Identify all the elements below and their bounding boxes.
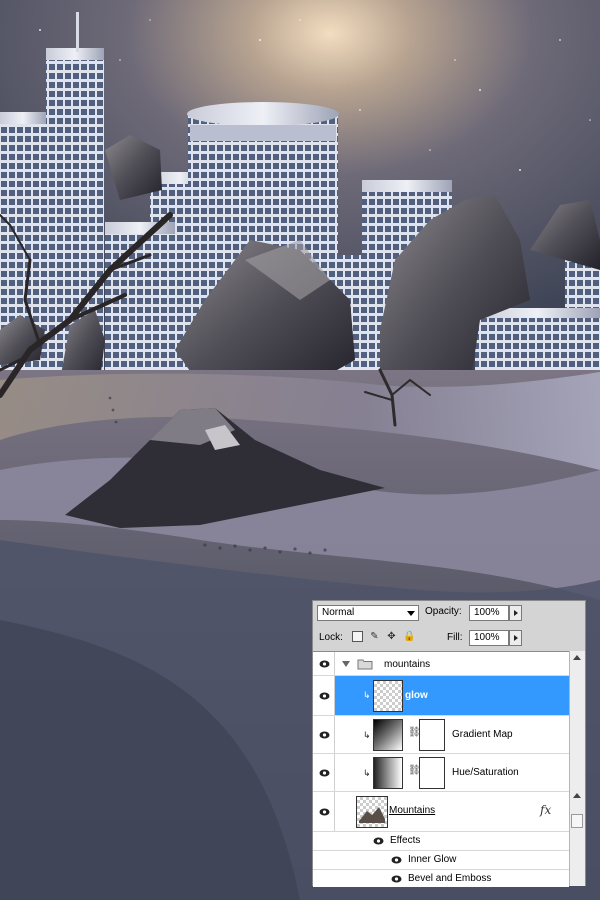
layer-hue-saturation[interactable]: ↳ ⛓ Hue/Saturation — [313, 754, 569, 792]
eye-icon[interactable] — [373, 837, 384, 845]
eye-icon — [319, 731, 330, 739]
layer-mask-thumbnail[interactable] — [419, 757, 445, 789]
layer-name: glow — [405, 690, 428, 701]
scrollbar-thumb[interactable] — [571, 814, 583, 828]
eye-icon[interactable] — [391, 856, 402, 864]
effects-label: Effects — [390, 835, 421, 846]
opacity-slider-button[interactable] — [509, 605, 522, 621]
layer-name: mountains — [384, 659, 431, 670]
layer-thumbnail — [356, 796, 388, 828]
layers-panel: Normal Opacity: 100% Lock: ✎ ✥ 🔒 Fill: 1… — [312, 600, 586, 887]
folder-icon — [357, 659, 373, 670]
blend-mode-value: Normal — [322, 607, 355, 618]
effect-inner-glow[interactable]: Inner Glow — [313, 851, 569, 870]
effect-name: Bevel and Emboss — [408, 873, 492, 884]
opacity-value: 100% — [474, 607, 500, 618]
effect-name: Inner Glow — [408, 854, 457, 865]
lock-all-icon[interactable]: 🔒 — [403, 631, 415, 642]
lock-position-icon[interactable]: ✥ — [386, 631, 397, 642]
scroll-up-arrow-icon[interactable] — [573, 655, 581, 660]
clipping-arrow-icon: ↳ — [363, 730, 371, 740]
layer-glow[interactable]: ↳ glow — [313, 676, 569, 716]
visibility-toggle[interactable] — [313, 716, 335, 753]
expand-triangle-icon[interactable] — [342, 661, 350, 667]
eye-cell-empty — [313, 851, 335, 869]
eye-icon — [319, 769, 330, 777]
effect-bevel-and-emboss[interactable]: Bevel and Emboss — [313, 870, 569, 887]
clipping-arrow-icon: ↳ — [363, 768, 371, 778]
layer-thumbnail — [373, 680, 403, 712]
lock-transparent-pixels-icon[interactable] — [352, 631, 363, 642]
layer-mask-thumbnail[interactable] — [419, 719, 445, 751]
eye-icon — [319, 692, 330, 700]
layer-name: Mountains — [389, 805, 436, 816]
layer-name: Hue/Saturation — [452, 767, 519, 778]
eye-icon — [319, 660, 330, 668]
eye-cell-empty — [313, 870, 335, 887]
layer-effects-header[interactable]: Effects — [313, 832, 569, 851]
visibility-toggle[interactable] — [313, 792, 335, 831]
layer-group-mountains[interactable]: mountains — [313, 652, 569, 676]
layers-scrollbar[interactable] — [569, 651, 585, 886]
eye-cell-empty — [313, 832, 335, 850]
scroll-up-arrow-icon[interactable] — [573, 793, 581, 798]
opacity-label: Opacity: — [425, 606, 462, 617]
layer-name: Gradient Map — [452, 729, 513, 740]
fill-input[interactable]: 100% — [469, 630, 509, 646]
chevron-down-icon — [407, 611, 415, 616]
visibility-toggle[interactable] — [313, 652, 335, 675]
layer-gradient-map[interactable]: ↳ ⛓ Gradient Map — [313, 716, 569, 754]
mountains-thumbnail-image — [359, 807, 385, 823]
blend-mode-dropdown[interactable]: Normal — [317, 605, 419, 621]
opacity-input[interactable]: 100% — [469, 605, 509, 621]
hue-saturation-thumbnail — [373, 757, 403, 789]
layers-panel-header: Normal Opacity: 100% — [313, 601, 585, 625]
visibility-toggle[interactable] — [313, 676, 335, 715]
layer-mountains[interactable]: Mountains fx — [313, 792, 569, 832]
layers-list: mountains ↳ glow ↳ ⛓ Gradient Map ↳ ⛓ Hu… — [313, 651, 569, 887]
fill-slider-button[interactable] — [509, 630, 522, 646]
visibility-toggle[interactable] — [313, 754, 335, 791]
fill-label: Fill: — [447, 632, 463, 643]
eye-icon — [319, 808, 330, 816]
clipping-arrow-icon: ↳ — [363, 690, 371, 700]
lock-image-pixels-icon[interactable]: ✎ — [369, 631, 380, 642]
gradient-map-thumbnail — [373, 719, 403, 751]
lock-label: Lock: — [319, 632, 343, 643]
fill-value: 100% — [474, 632, 500, 643]
eye-icon[interactable] — [391, 875, 402, 883]
fx-icon[interactable]: fx — [540, 804, 551, 816]
